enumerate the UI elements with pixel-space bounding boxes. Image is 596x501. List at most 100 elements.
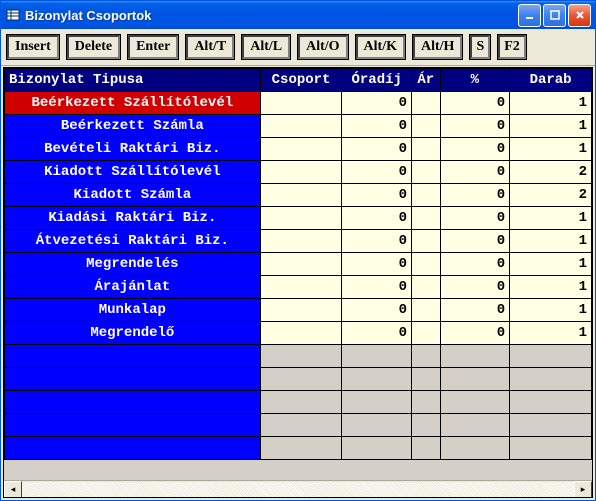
- cell-count[interactable]: 2: [510, 161, 592, 184]
- cell-count[interactable]: 1: [510, 115, 592, 138]
- cell-group[interactable]: [260, 161, 342, 184]
- cell-type[interactable]: Kiadott Számla: [5, 184, 261, 207]
- cell-count[interactable]: 1: [510, 92, 592, 115]
- cell-count[interactable]: 1: [510, 207, 592, 230]
- cell-price[interactable]: [411, 322, 440, 345]
- col-type[interactable]: Bizonylat Tipusa: [5, 69, 261, 92]
- close-button[interactable]: [568, 4, 591, 27]
- cell-empty[interactable]: [342, 345, 412, 368]
- table-row[interactable]: Bevételi Raktári Biz.001: [5, 138, 592, 161]
- cell-hourly[interactable]: 0: [342, 115, 412, 138]
- titlebar[interactable]: Bizonylat Csoportok: [1, 1, 595, 29]
- cell-empty[interactable]: [342, 391, 412, 414]
- table-row[interactable]: Kiadott Számla002: [5, 184, 592, 207]
- cell-empty[interactable]: [510, 414, 592, 437]
- cell-count[interactable]: 1: [510, 322, 592, 345]
- cell-hourly[interactable]: 0: [342, 299, 412, 322]
- cell-hourly[interactable]: 0: [342, 161, 412, 184]
- cell-percent[interactable]: 0: [440, 115, 510, 138]
- enter-button[interactable]: Enter: [128, 35, 178, 59]
- col-count[interactable]: Darab: [510, 69, 592, 92]
- cell-empty[interactable]: [260, 414, 342, 437]
- cell-type[interactable]: Kiadott Szállítólevél: [5, 161, 261, 184]
- delete-button[interactable]: Delete: [67, 35, 120, 59]
- cell-percent[interactable]: 0: [440, 161, 510, 184]
- cell-price[interactable]: [411, 161, 440, 184]
- cell-empty[interactable]: [260, 391, 342, 414]
- cell-price[interactable]: [411, 276, 440, 299]
- cell-empty[interactable]: [411, 437, 440, 460]
- table-row[interactable]: Beérkezett Szállítólevél001: [5, 92, 592, 115]
- cell-empty[interactable]: [440, 391, 510, 414]
- cell-empty[interactable]: [5, 391, 261, 414]
- cell-price[interactable]: [411, 184, 440, 207]
- f2-button[interactable]: F2: [498, 35, 526, 59]
- table-row-empty[interactable]: [5, 437, 592, 460]
- cell-price[interactable]: [411, 253, 440, 276]
- cell-percent[interactable]: 0: [440, 92, 510, 115]
- cell-type[interactable]: Megrendelő: [5, 322, 261, 345]
- cell-count[interactable]: 1: [510, 299, 592, 322]
- cell-type[interactable]: Árajánlat: [5, 276, 261, 299]
- cell-empty[interactable]: [260, 345, 342, 368]
- cell-type[interactable]: Átvezetési Raktári Biz.: [5, 230, 261, 253]
- cell-hourly[interactable]: 0: [342, 92, 412, 115]
- cell-percent[interactable]: 0: [440, 138, 510, 161]
- cell-group[interactable]: [260, 115, 342, 138]
- cell-group[interactable]: [260, 299, 342, 322]
- cell-percent[interactable]: 0: [440, 184, 510, 207]
- grid-table[interactable]: Bizonylat Tipusa Csoport Óradíj Ár % Dar…: [4, 68, 592, 460]
- minimize-button[interactable]: [518, 4, 541, 27]
- cell-count[interactable]: 1: [510, 230, 592, 253]
- cell-type[interactable]: Megrendelés: [5, 253, 261, 276]
- cell-hourly[interactable]: 0: [342, 230, 412, 253]
- cell-count[interactable]: 1: [510, 138, 592, 161]
- cell-empty[interactable]: [5, 368, 261, 391]
- col-percent[interactable]: %: [440, 69, 510, 92]
- col-group[interactable]: Csoport: [260, 69, 342, 92]
- cell-empty[interactable]: [342, 437, 412, 460]
- cell-percent[interactable]: 0: [440, 322, 510, 345]
- cell-percent[interactable]: 0: [440, 230, 510, 253]
- cell-group[interactable]: [260, 184, 342, 207]
- cell-count[interactable]: 2: [510, 184, 592, 207]
- cell-empty[interactable]: [510, 368, 592, 391]
- cell-group[interactable]: [260, 138, 342, 161]
- table-row-empty[interactable]: [5, 414, 592, 437]
- alt-h-button[interactable]: Alt/H: [413, 35, 462, 59]
- cell-price[interactable]: [411, 138, 440, 161]
- table-row[interactable]: Beérkezett Számla001: [5, 115, 592, 138]
- cell-percent[interactable]: 0: [440, 299, 510, 322]
- insert-button[interactable]: Insert: [7, 35, 59, 59]
- table-row-empty[interactable]: [5, 391, 592, 414]
- cell-type[interactable]: Beérkezett Szállítólevél: [5, 92, 261, 115]
- table-row[interactable]: Árajánlat001: [5, 276, 592, 299]
- cell-group[interactable]: [260, 230, 342, 253]
- cell-hourly[interactable]: 0: [342, 276, 412, 299]
- s-button[interactable]: S: [470, 35, 490, 59]
- cell-percent[interactable]: 0: [440, 253, 510, 276]
- cell-group[interactable]: [260, 253, 342, 276]
- cell-empty[interactable]: [411, 368, 440, 391]
- table-row[interactable]: Kiadási Raktári Biz.001: [5, 207, 592, 230]
- scroll-track[interactable]: [22, 482, 574, 497]
- cell-empty[interactable]: [440, 414, 510, 437]
- maximize-button[interactable]: [543, 4, 566, 27]
- cell-empty[interactable]: [510, 345, 592, 368]
- cell-percent[interactable]: 0: [440, 207, 510, 230]
- cell-percent[interactable]: 0: [440, 276, 510, 299]
- cell-empty[interactable]: [510, 391, 592, 414]
- table-row-empty[interactable]: [5, 345, 592, 368]
- cell-empty[interactable]: [440, 437, 510, 460]
- cell-type[interactable]: Bevételi Raktári Biz.: [5, 138, 261, 161]
- cell-empty[interactable]: [411, 345, 440, 368]
- cell-count[interactable]: 1: [510, 276, 592, 299]
- cell-hourly[interactable]: 0: [342, 253, 412, 276]
- cell-empty[interactable]: [260, 437, 342, 460]
- cell-empty[interactable]: [440, 345, 510, 368]
- cell-price[interactable]: [411, 230, 440, 253]
- cell-price[interactable]: [411, 207, 440, 230]
- alt-l-button[interactable]: Alt/L: [242, 35, 290, 59]
- cell-empty[interactable]: [342, 414, 412, 437]
- cell-empty[interactable]: [5, 345, 261, 368]
